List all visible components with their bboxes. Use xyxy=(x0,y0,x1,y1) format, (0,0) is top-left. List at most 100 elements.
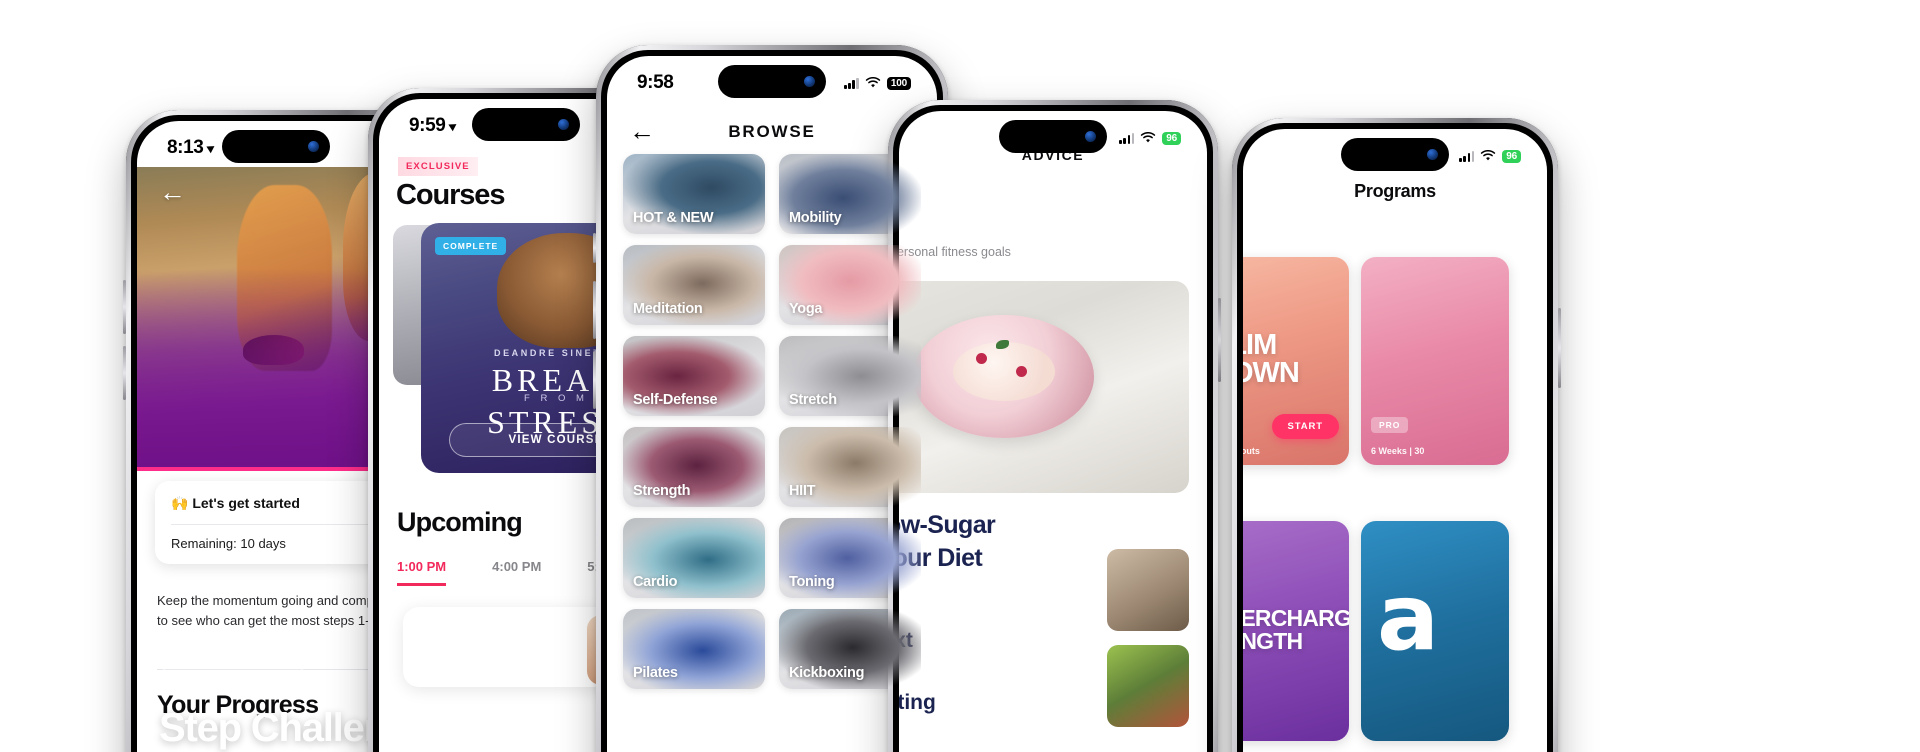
wifi-icon xyxy=(865,77,881,88)
pro-badge: PRO xyxy=(1371,417,1409,433)
hero-caption: STEP CHALLENGE Step Challen +3 xyxy=(159,666,388,752)
front-camera-icon xyxy=(804,76,815,87)
program-card-title: SLIM DOWN xyxy=(1243,331,1300,390)
remaining-label: Remaining: 10 days xyxy=(171,536,286,551)
category-tile-yoga[interactable]: Yoga xyxy=(779,245,921,325)
front-camera-icon xyxy=(308,141,319,152)
program-card-slim-down[interactable]: SLIM DOWN 4 Workouts START xyxy=(1243,257,1349,465)
category-tile-pilates[interactable]: Pilates xyxy=(623,609,765,689)
battery-indicator: 100 xyxy=(886,76,911,90)
category-tile-stretch[interactable]: Stretch xyxy=(779,336,921,416)
battery-indicator: 96 xyxy=(1162,131,1181,145)
volume-down-button[interactable] xyxy=(123,346,126,400)
battery-indicator: 96 xyxy=(1502,149,1521,163)
cellular-bars-icon xyxy=(1459,150,1475,162)
dynamic-island xyxy=(222,130,330,163)
program-card-title: UPERCHARGED RENGTH xyxy=(1243,606,1349,655)
program-card-alt[interactable]: a xyxy=(1361,521,1509,741)
dynamic-island xyxy=(472,108,580,141)
category-tile-mobility[interactable]: Mobility xyxy=(779,154,921,234)
cellular-bars-icon xyxy=(1119,132,1135,144)
dynamic-island xyxy=(999,120,1107,153)
dynamic-island xyxy=(1341,138,1449,171)
category-tile-cardio[interactable]: Cardio xyxy=(623,518,765,598)
status-time: 9:58 xyxy=(637,72,674,93)
location-arrow-icon xyxy=(448,120,460,132)
article-thumbnail-2[interactable] xyxy=(1107,645,1189,727)
featured-article-image[interactable] xyxy=(899,281,1189,493)
category-label: Mobility xyxy=(789,210,842,226)
page-title: Step Challen xyxy=(159,706,388,750)
berry-icon xyxy=(1015,365,1027,377)
article-thumbnail-1[interactable] xyxy=(1107,549,1189,631)
article-title-3[interactable]: olism-Boosting xyxy=(899,691,936,715)
section-heading-upcoming: Upcoming xyxy=(397,507,523,537)
phone-advice: 96 ADVICE ou ded based on your personal … xyxy=(888,100,1221,752)
mockup-stage: 8:13 ← STEP CHALLENGE Step Challen 🙌 Let… xyxy=(0,0,1920,752)
program-title-line2: RENGTH xyxy=(1243,628,1303,655)
program-card-pro[interactable]: PRO 6 Weeks | 30 xyxy=(1361,257,1509,465)
status-indicators: 96 xyxy=(1459,149,1521,163)
ring-switch[interactable] xyxy=(593,233,596,263)
volume-up-button[interactable] xyxy=(123,280,126,334)
category-label: Pilates xyxy=(633,665,678,681)
category-label: Yoga xyxy=(789,301,823,317)
phone-screen: 96 ADVICE ou ded based on your personal … xyxy=(899,111,1207,752)
shoe-figure xyxy=(242,335,304,365)
program-glyph: a xyxy=(1377,564,1440,671)
runner-figure xyxy=(237,185,332,371)
start-button[interactable]: START xyxy=(1271,414,1339,439)
phone-screen: 9:58 100 ← BROWSE HOT & NEW Mobility Medit… xyxy=(607,56,937,752)
program-meta: 6 Weeks | 30 xyxy=(1371,446,1425,456)
category-tile-toning[interactable]: Toning xyxy=(779,518,921,598)
volume-down-button[interactable] xyxy=(593,351,596,409)
wifi-icon xyxy=(1141,132,1156,143)
status-time: 9:59 xyxy=(409,115,446,136)
category-tile-hot-new[interactable]: HOT & NEW xyxy=(623,154,765,234)
page-title: Programs xyxy=(1354,181,1436,201)
category-label: Strength xyxy=(633,483,691,499)
category-label: Self-Defense xyxy=(633,392,718,408)
phone-screen: 96 Programs n SLIM DOWN 4 Workouts START… xyxy=(1243,129,1547,752)
back-arrow-icon[interactable]: ← xyxy=(159,179,186,206)
category-label: HOT & NEW xyxy=(633,210,714,226)
status-indicators: 96 xyxy=(1119,131,1181,145)
location-arrow-icon xyxy=(206,142,218,154)
category-tile-meditation[interactable]: Meditation xyxy=(623,245,765,325)
category-grid: HOT & NEW Mobility Meditation Yoga Self-Defe… xyxy=(623,154,921,689)
category-tile-self-defense[interactable]: Self-Defense xyxy=(623,336,765,416)
complete-badge: COMPLETE xyxy=(435,237,507,255)
cellular-bars-icon xyxy=(844,77,859,89)
smoothie-bowl-figure xyxy=(913,314,1095,438)
power-button[interactable] xyxy=(1218,298,1221,382)
phone-programs: 96 Programs n SLIM DOWN 4 Workouts START… xyxy=(1232,118,1561,752)
category-tile-kickboxing[interactable]: Kickboxing xyxy=(779,609,921,689)
status-indicators: 100 xyxy=(844,76,911,90)
front-camera-icon xyxy=(1427,149,1438,160)
exclusive-badge: EXCLUSIVE xyxy=(398,157,478,176)
dynamic-island xyxy=(718,65,826,98)
status-time-group: 9:59 xyxy=(409,115,460,137)
status-badge: STEP CHALLENGE xyxy=(159,666,308,692)
category-label: Cardio xyxy=(633,574,678,590)
category-tile-strength[interactable]: Strength xyxy=(623,427,765,507)
category-label: Meditation xyxy=(633,301,703,317)
wifi-icon xyxy=(1481,150,1496,161)
category-label: Kickboxing xyxy=(789,665,865,681)
front-camera-icon xyxy=(1085,131,1096,142)
category-label: Toning xyxy=(789,574,835,590)
status-time: 8:13 xyxy=(167,137,204,158)
power-button[interactable] xyxy=(1558,308,1561,388)
category-label: HIIT xyxy=(789,483,816,499)
tab-time-2[interactable]: 4:00 PM xyxy=(492,559,541,586)
tab-time-1[interactable]: 1:00 PM xyxy=(397,559,447,586)
page-title: Courses xyxy=(396,179,505,211)
category-tile-hiit[interactable]: HIIT xyxy=(779,427,921,507)
front-camera-icon xyxy=(558,119,569,130)
volume-up-button[interactable] xyxy=(593,281,596,339)
category-label: Stretch xyxy=(789,392,837,408)
status-time-group: 8:13 xyxy=(167,137,218,159)
program-meta: 4 Workouts xyxy=(1243,446,1260,456)
program-card-supercharged-strength[interactable]: UPERCHARGED RENGTH xyxy=(1243,521,1349,741)
program-title-line2: DOWN xyxy=(1243,357,1300,390)
